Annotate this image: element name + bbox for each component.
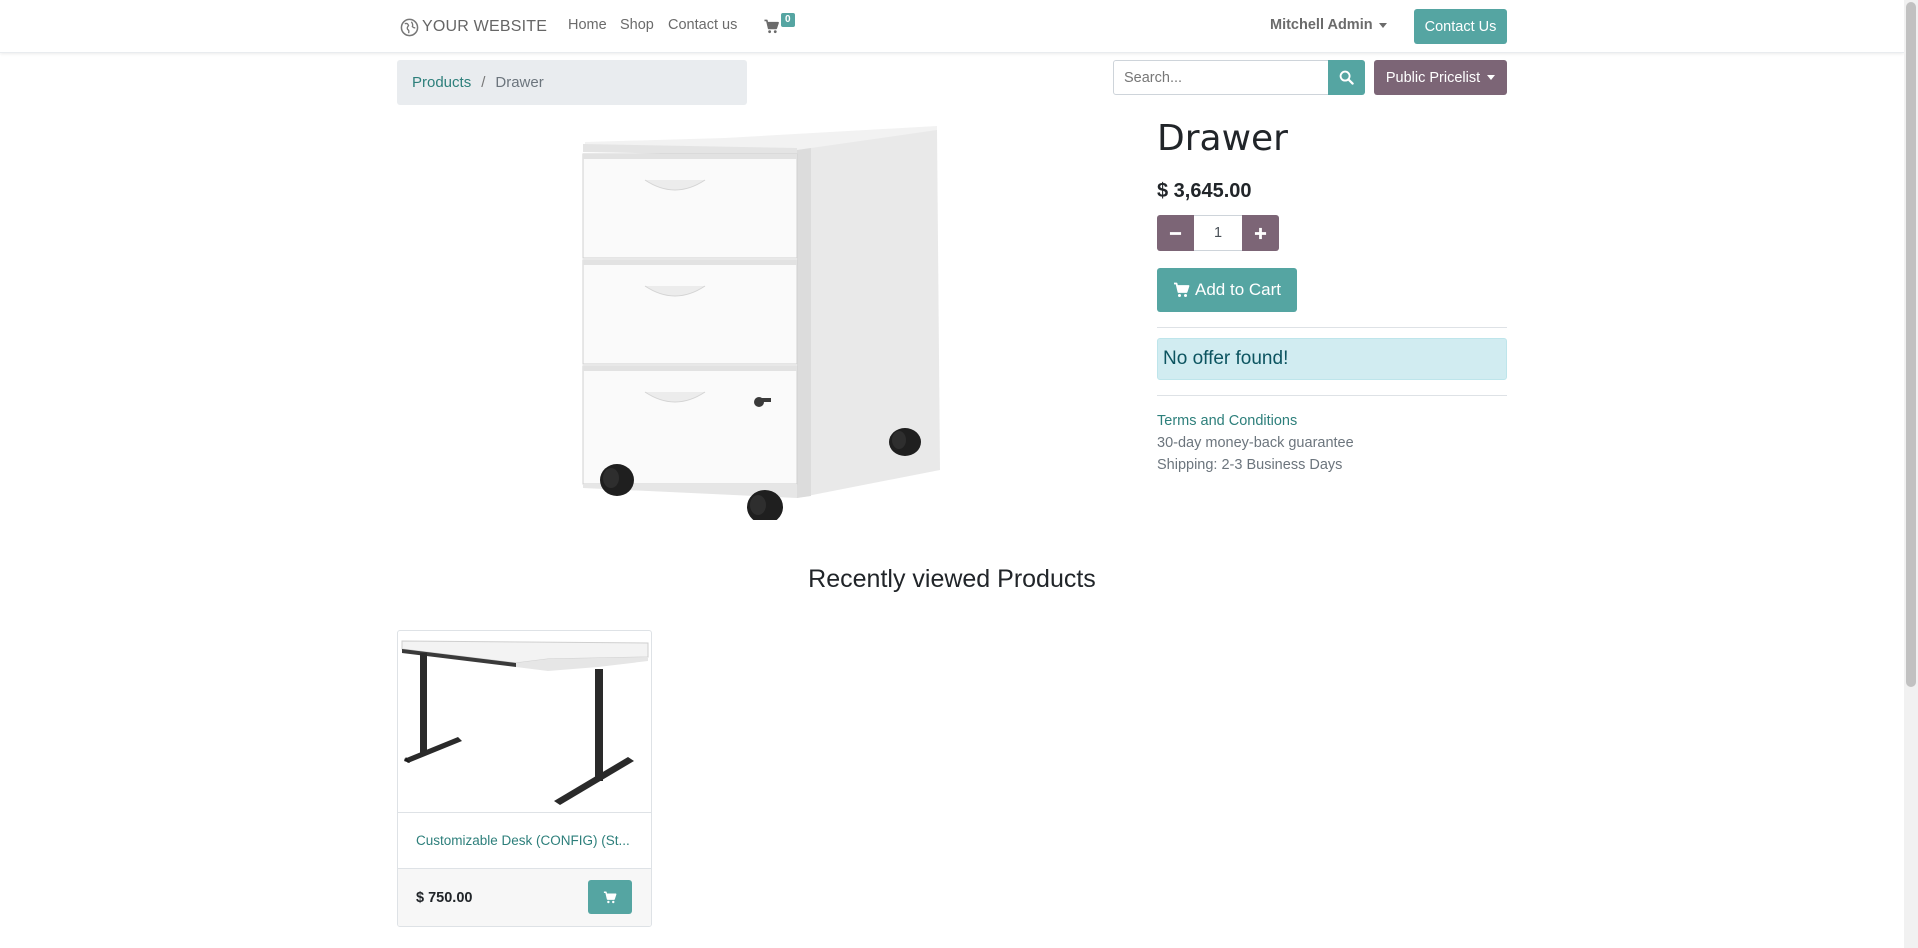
- product-price: $ 3,645.00: [1157, 180, 1252, 202]
- nav-home[interactable]: Home: [568, 17, 607, 33]
- pricelist-label: Public Pricelist: [1385, 69, 1481, 86]
- breadcrumb-products-link[interactable]: Products: [412, 74, 471, 91]
- quantity-increase-button[interactable]: [1242, 215, 1279, 251]
- shopping-cart-icon: [1174, 282, 1190, 297]
- divider: [1157, 395, 1507, 396]
- shopping-cart-icon: [603, 890, 617, 903]
- caret-down-icon: [1378, 22, 1387, 28]
- product-card-add-to-cart-button[interactable]: [588, 880, 632, 914]
- pricelist-dropdown[interactable]: Public Pricelist: [1374, 60, 1507, 95]
- shopping-cart-icon: [764, 19, 779, 34]
- search-input[interactable]: Search...: [1113, 60, 1329, 95]
- caret-down-icon: [1487, 75, 1496, 80]
- page-scrollbar-thumb[interactable]: [1906, 2, 1916, 687]
- shipping-text: Shipping: 2-3 Business Days: [1157, 457, 1343, 473]
- user-name: Mitchell Admin: [1270, 17, 1373, 33]
- breadcrumb-current: Drawer: [495, 74, 544, 91]
- product-card-price: $ 750.00: [416, 890, 473, 906]
- terms-and-conditions-link[interactable]: Terms and Conditions: [1157, 413, 1297, 429]
- site-logo[interactable]: YOUR WEBSITE: [400, 17, 547, 37]
- search-placeholder: Search...: [1124, 69, 1183, 86]
- nav-shop[interactable]: Shop: [620, 17, 654, 33]
- user-menu-dropdown[interactable]: Mitchell Admin: [1270, 17, 1387, 33]
- add-to-cart-label: Add to Cart: [1195, 280, 1281, 299]
- plus-icon: [1254, 227, 1267, 239]
- logo-text: YOUR WEBSITE: [422, 18, 548, 35]
- search-button[interactable]: [1328, 60, 1365, 95]
- search-icon: [1339, 70, 1354, 85]
- quantity-stepper: 1: [1157, 215, 1279, 251]
- product-image[interactable]: [575, 120, 955, 520]
- breadcrumb-separator: /: [481, 74, 486, 91]
- quantity-input[interactable]: 1: [1194, 215, 1242, 251]
- minus-icon: [1169, 231, 1182, 235]
- divider: [1157, 327, 1507, 328]
- breadcrumb: Products / Drawer: [397, 60, 747, 105]
- contact-us-button[interactable]: Contact Us: [1414, 9, 1507, 44]
- product-title: Drawer: [1157, 118, 1288, 159]
- product-card[interactable]: Customizable Desk (CONFIG) (St... $ 750.…: [397, 630, 652, 927]
- cart-count-badge: 0: [781, 13, 795, 27]
- guarantee-text: 30-day money-back guarantee: [1157, 435, 1354, 451]
- offer-alert: No offer found!: [1157, 338, 1507, 380]
- product-card-footer: $ 750.00: [398, 868, 651, 926]
- product-card-body: Customizable Desk (CONFIG) (St...: [398, 812, 651, 868]
- quantity-decrease-button[interactable]: [1157, 215, 1194, 251]
- top-navbar: YOUR WEBSITE Home Shop Contact us 0 Mitc…: [0, 0, 1904, 53]
- nav-cart[interactable]: 0: [764, 13, 795, 34]
- product-card-name[interactable]: Customizable Desk (CONFIG) (St...: [416, 833, 636, 848]
- globe-icon: [400, 18, 419, 36]
- add-to-cart-button[interactable]: Add to Cart: [1157, 268, 1297, 312]
- recently-viewed-title: Recently viewed Products: [808, 565, 1096, 593]
- nav-contact-us[interactable]: Contact us: [668, 17, 737, 33]
- product-card-image[interactable]: [398, 631, 651, 811]
